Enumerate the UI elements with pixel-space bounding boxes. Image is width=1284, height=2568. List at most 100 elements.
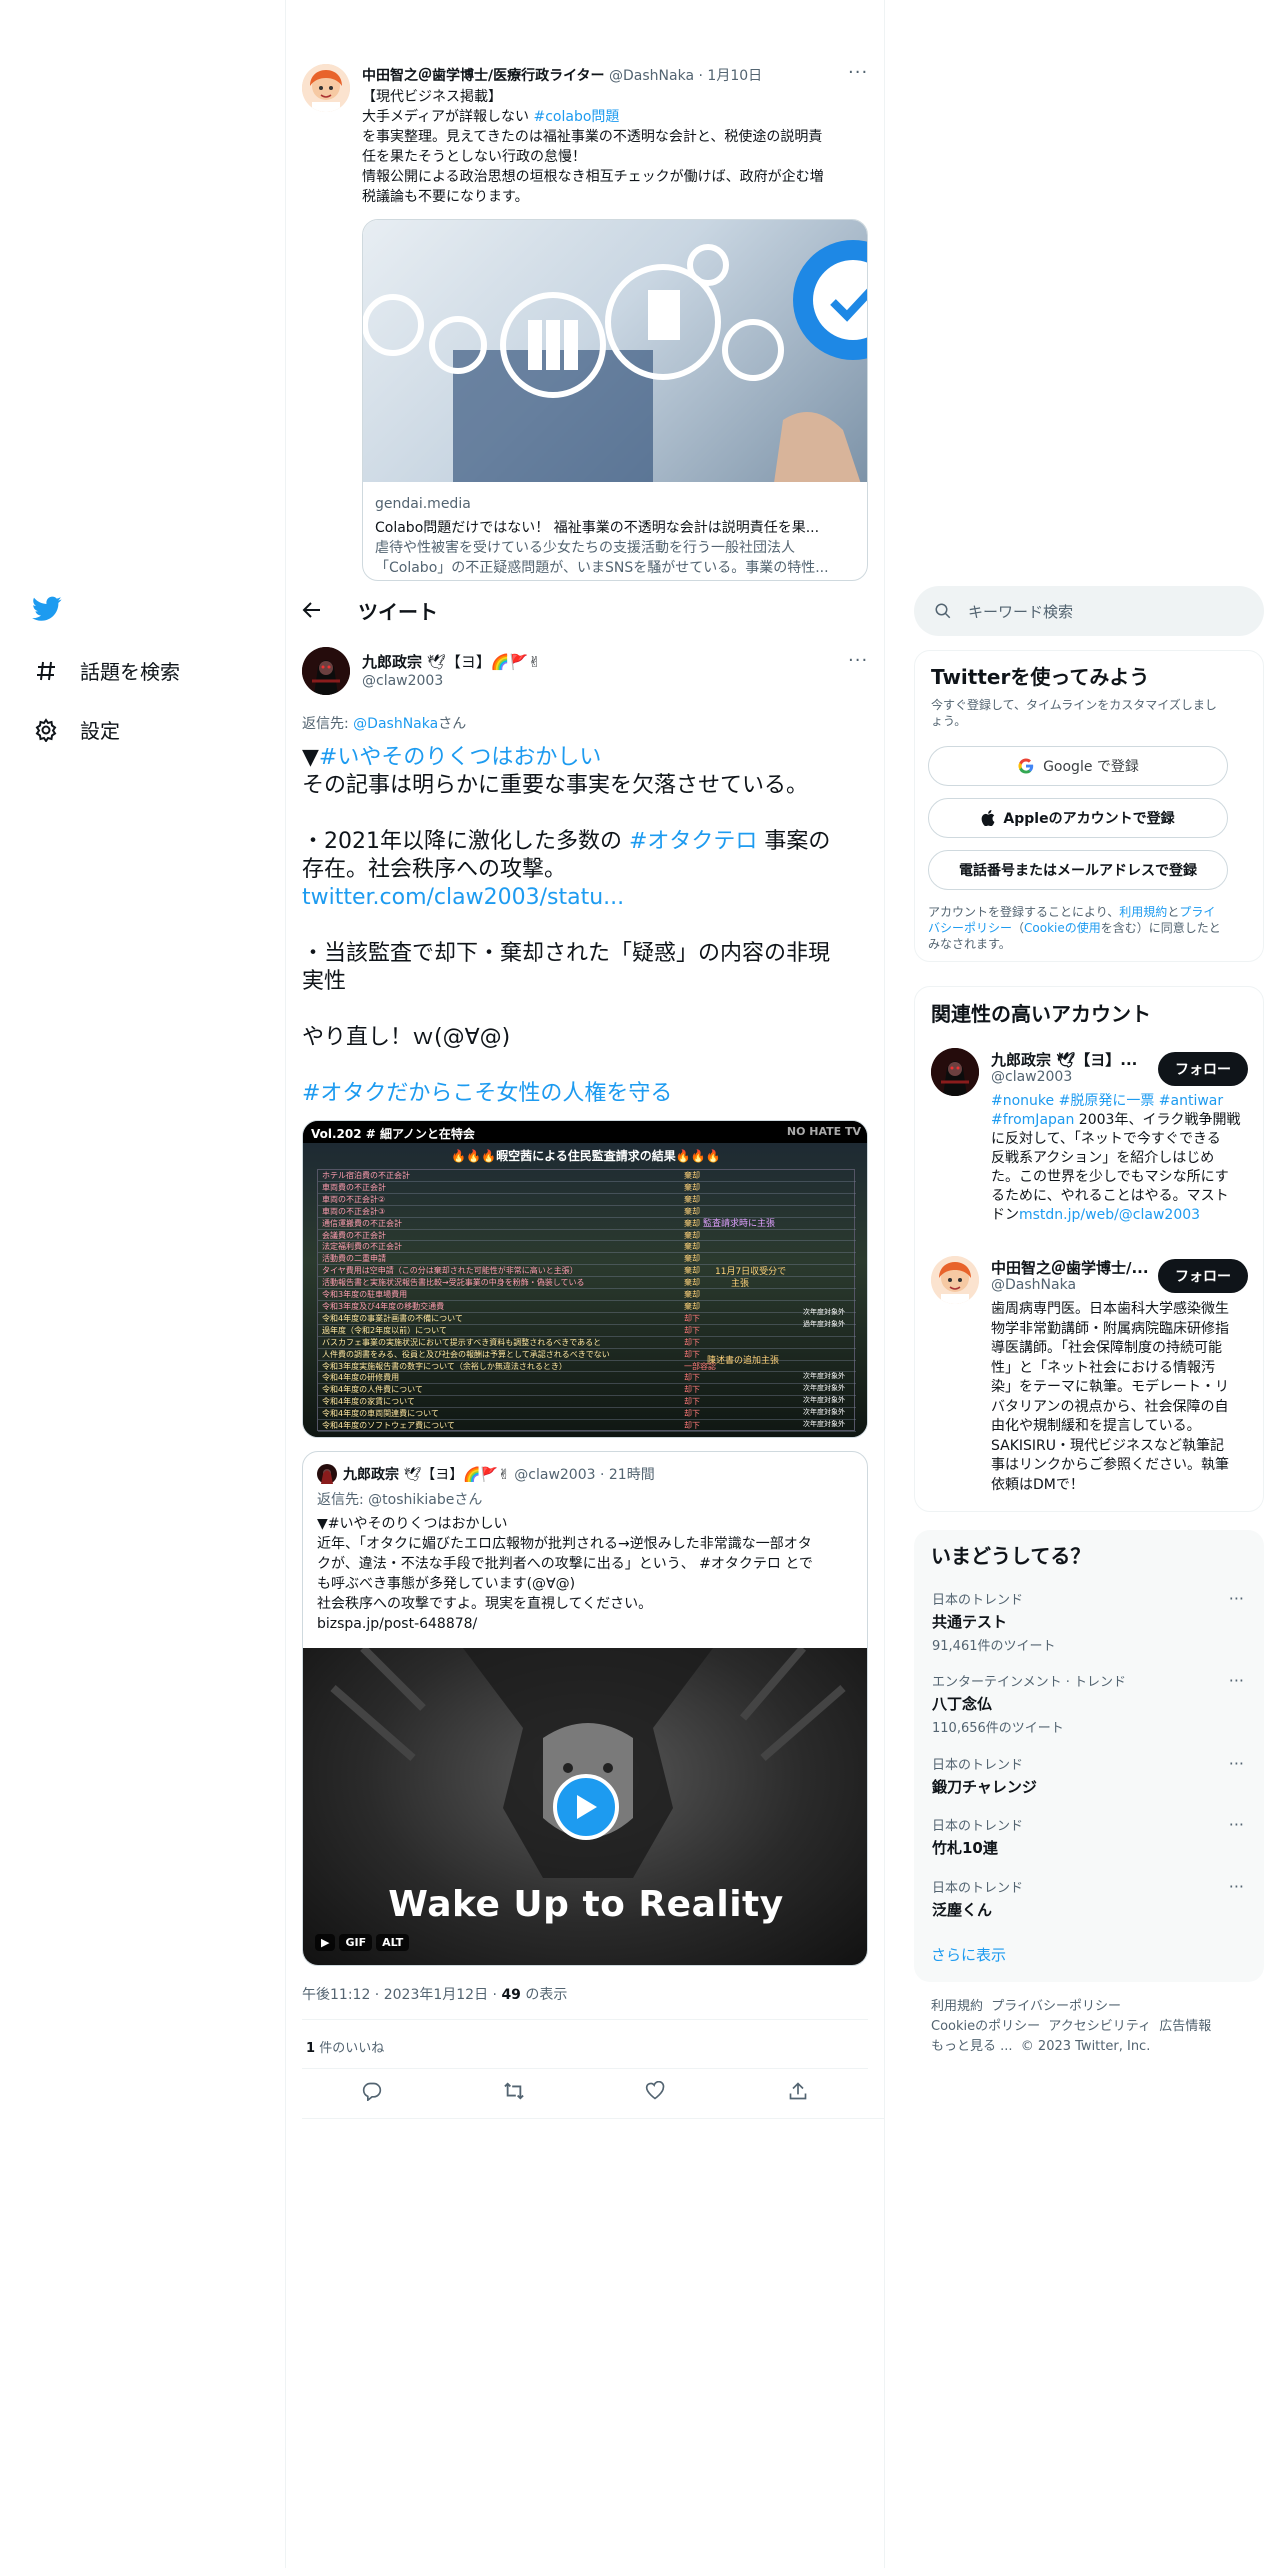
nav-explore-label: 話題を検索 xyxy=(80,660,180,684)
image-row-label: 会議費の不正会計 xyxy=(322,1230,386,1240)
share-icon[interactable] xyxy=(788,2081,808,2101)
image-table-row: 令和4年度の事業計画書の不備について 却下 xyxy=(318,1313,856,1325)
trend-count: 110,656件のツイート xyxy=(932,1721,1064,1736)
main-author-line[interactable]: 九郎政宗 🕊【ヨ】🌈🚩✌ xyxy=(362,651,541,672)
quote-reply-to: 返信先: @toshikiabeさん xyxy=(317,1489,482,1509)
p2-post: 事案の xyxy=(757,829,831,854)
footer-privacy[interactable]: プライバシーポリシー xyxy=(991,1999,1121,2014)
trend-item[interactable]: エンターテインメント · トレンド 八丁念仏 110,656件のツイート ··· xyxy=(932,1671,1252,1736)
main-reply-to: 返信先: @DashNakaさん xyxy=(302,713,466,733)
bio-hashtags[interactable]: #nonuke #脱原発に一票 #antiwar xyxy=(991,1093,1223,1109)
privacy-link-part1[interactable]: プライ xyxy=(1179,905,1215,919)
timestamp-time[interactable]: 午後11:12 xyxy=(302,1987,370,2003)
bio-mastodon-link[interactable]: mstdn.jp/web/@claw2003 xyxy=(1019,1207,1200,1223)
follow-button-claw2003[interactable]: フォロー xyxy=(1158,1052,1248,1086)
video-caption: Wake Up to Reality xyxy=(388,1884,784,1925)
image-row-label: 令和4年度の事業計画書の不備について xyxy=(322,1313,463,1323)
link-card[interactable]: gendai.media Colabo問題だけではない！ 福祉事業の不透明な会計… xyxy=(362,219,868,581)
image-row-status: 却下 xyxy=(684,1421,700,1431)
legal-mid: と xyxy=(1167,905,1180,919)
trend-more-icon[interactable]: ··· xyxy=(1229,1589,1244,1608)
cookie-link[interactable]: Cookieの使用 xyxy=(1024,921,1101,935)
main-author[interactable]: 九郎政宗 xyxy=(362,653,422,671)
parent-date[interactable]: 1月10日 xyxy=(707,68,762,84)
avatar-dashnaka[interactable] xyxy=(302,64,350,112)
like-icon[interactable] xyxy=(645,2081,665,2101)
timestamp-date[interactable]: 2023年1月12日 xyxy=(384,1987,488,2003)
likes-label: 件のいいね xyxy=(319,2041,385,2056)
video-play-icon: ▶ xyxy=(315,1934,336,1951)
image-row-label: 令和3年度実施報告書の数字について（余裕しか無違法されるとき） xyxy=(322,1361,567,1371)
terms-link[interactable]: 利用規約 xyxy=(1119,905,1167,919)
phone-signup-button[interactable]: 電話番号またはメールアドレスで登録 xyxy=(928,850,1228,890)
main-p3-line2: 実性 xyxy=(302,969,347,994)
apple-signup-button[interactable]: Appleのアカウントで登録 xyxy=(928,798,1228,838)
trend-more-icon[interactable]: ··· xyxy=(1229,1754,1244,1773)
trend-item[interactable]: 日本のトレンド 鍛刀チャレンジ ··· xyxy=(932,1754,1252,1797)
trend-more-icon[interactable]: ··· xyxy=(1229,1877,1244,1896)
legal-pre: アカウントを登録することにより、 xyxy=(928,905,1120,919)
hashtag-otaku-jinken[interactable]: #オタクだからこそ女性の人権を守る xyxy=(302,1081,672,1106)
nav-explore[interactable]: 話題を検索 xyxy=(34,656,180,685)
main-handle[interactable]: @claw2003 xyxy=(362,673,443,689)
nav-settings[interactable]: 設定 xyxy=(34,715,120,744)
bio-text-6: るために、やれることはやる。マスト xyxy=(991,1188,1229,1204)
trend-name: 八丁念仏 xyxy=(932,1695,993,1713)
trend-item[interactable]: 日本のトレンド 泛塵くん ··· xyxy=(932,1877,1252,1920)
status-link[interactable]: twitter.com/claw2003/statu... xyxy=(302,885,624,910)
quote-video[interactable]: Wake Up to Reality ▶ GIF ALT xyxy=(303,1648,867,1965)
trend-item[interactable]: 日本のトレンド 共通テスト 91,461件のツイート ··· xyxy=(932,1589,1252,1654)
legal-line-3: みなされます。 xyxy=(928,937,1011,951)
footer-more[interactable]: もっと見る ... xyxy=(931,2039,1013,2054)
search-box[interactable]: キーワード検索 xyxy=(914,586,1264,636)
parent-line-4: 任を果たそうとしない行政の怠慢！ xyxy=(362,149,586,165)
related-avatar-claw2003[interactable] xyxy=(931,1048,979,1096)
google-signup-button[interactable]: Google で登録 xyxy=(928,746,1228,786)
follow-button-dashnaka[interactable]: フォロー xyxy=(1158,1259,1248,1293)
image-row-status: 棄却 xyxy=(684,1278,700,1288)
hashtag-colabo[interactable]: #colabo問題 xyxy=(533,109,619,125)
related-handle-dashnaka[interactable]: @DashNaka xyxy=(991,1277,1076,1293)
trend-item[interactable]: 日本のトレンド 竹札10連 ··· xyxy=(932,1815,1252,1858)
privacy-link[interactable]: バシーポリシー xyxy=(928,921,1012,935)
quote-tweet[interactable]: 九郎政宗 🕊【ヨ】🌈🚩✌ @claw2003 · 21時間 返信先: @tosh… xyxy=(302,1451,868,1966)
footer-cookie[interactable]: Cookieのポリシー xyxy=(931,2019,1040,2034)
tweet-image[interactable]: Vol.202 # 細アノンと在特会 NO HATE TV 🔥🔥🔥暇空茜による住… xyxy=(302,1120,868,1438)
footer-terms[interactable]: 利用規約 xyxy=(931,1999,983,2014)
main-more-icon[interactable]: ··· xyxy=(848,650,868,671)
hashtag-otakuterro[interactable]: #オタクテロ xyxy=(629,829,757,854)
footer-accessibility[interactable]: アクセシビリティ xyxy=(1048,2019,1151,2034)
trend-more-icon[interactable]: ··· xyxy=(1229,1815,1244,1834)
footer-ads[interactable]: 広告情報 xyxy=(1159,2019,1211,2034)
quote-text: ▼#いやそのりくつはおかしい 近年、「オタクに媚びたエロ広報物が批判される→逆恨… xyxy=(317,1514,857,1634)
image-row-status: 却下 xyxy=(684,1349,700,1359)
alt-badge[interactable]: ALT xyxy=(376,1934,410,1951)
trends-title: いまどうしてる？ xyxy=(931,1544,1091,1568)
play-button[interactable] xyxy=(553,1774,619,1840)
trends-show-more[interactable]: さらに表示 xyxy=(931,1944,1006,1965)
back-arrow-icon[interactable] xyxy=(302,600,322,620)
avatar-claw2003[interactable] xyxy=(302,647,350,695)
related-handle-claw2003[interactable]: @claw2003 xyxy=(991,1069,1072,1085)
trend-more-icon[interactable]: ··· xyxy=(1229,1671,1244,1690)
search-input[interactable]: キーワード検索 xyxy=(968,601,1073,622)
twitter-bird-icon[interactable] xyxy=(32,596,62,622)
image-row-status: 棄却 xyxy=(684,1266,700,1276)
parent-author[interactable]: 中田智之＠歯学博士/医療行政ライター xyxy=(362,68,605,84)
related-avatar-dashnaka[interactable] xyxy=(931,1256,979,1304)
related-name-dashnaka[interactable]: 中田智之＠歯学博士/... xyxy=(991,1257,1149,1278)
related-name-claw2003[interactable]: 九郎政宗 🕊【ヨ】... xyxy=(991,1049,1137,1070)
bio-hashtag-fromjapan[interactable]: #fromJapan xyxy=(991,1112,1074,1128)
main-p1-line1: ▼#いやそのりくつはおかしい xyxy=(302,744,872,772)
reply-icon[interactable] xyxy=(362,2081,382,2101)
signup-subtitle: 今すぐ登録して、タイムラインをカスタマイズしまし ょう。 xyxy=(931,697,1217,729)
image-row-status: 棄却 xyxy=(684,1254,700,1264)
retweet-icon[interactable] xyxy=(503,2081,525,2101)
quote-time: 21時間 xyxy=(608,1467,655,1483)
parent-handle[interactable]: @DashNaka xyxy=(609,68,694,84)
hashtag-iyasono[interactable]: #いやそのりくつはおかしい xyxy=(319,745,601,770)
likes-stat[interactable]: 1 件のいいね xyxy=(306,2037,384,2056)
image-row-label: 車両費の不正会計 xyxy=(322,1182,386,1192)
parent-more-icon[interactable]: ··· xyxy=(848,62,868,83)
reply-to-link[interactable]: @DashNaka xyxy=(353,716,438,732)
